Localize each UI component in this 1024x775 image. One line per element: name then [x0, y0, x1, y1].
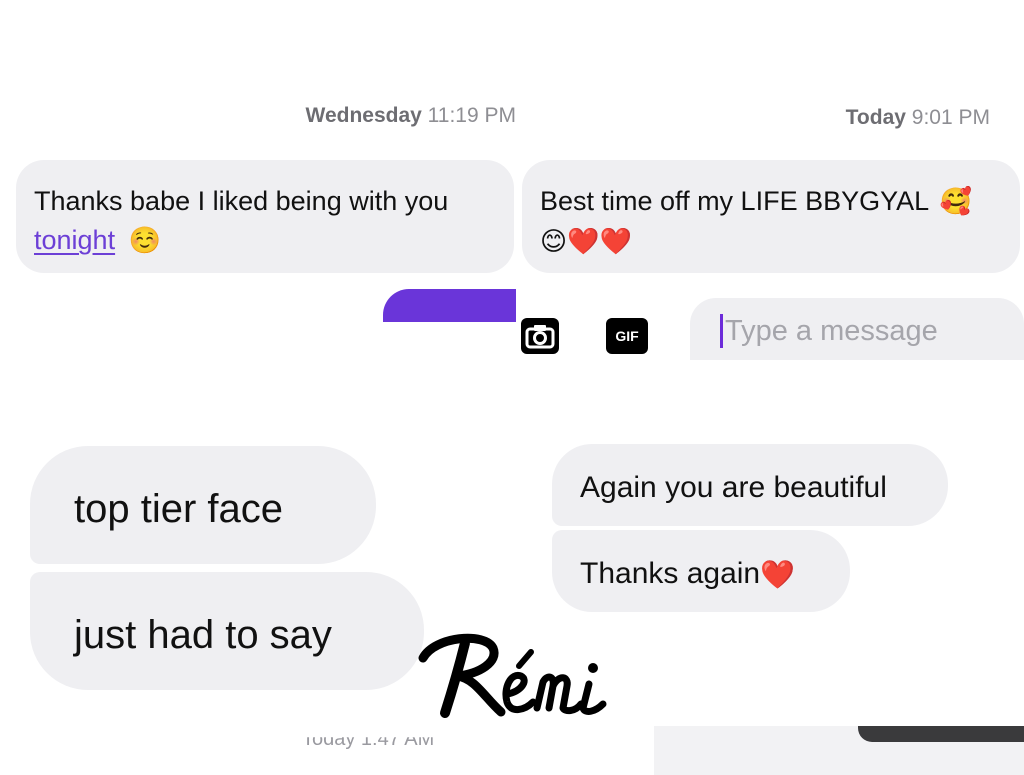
- timestamp-time: 9:01 PM: [911, 106, 990, 129]
- timestamp-time: 11:19 PM: [427, 104, 516, 127]
- relieved-face-icon: ☺️: [128, 226, 161, 257]
- message-input-placeholder: Type a message: [725, 314, 938, 347]
- message-timestamp: Today 9:01 PM: [846, 106, 990, 130]
- gif-button[interactable]: GIF: [606, 318, 648, 354]
- composer-edge-dark: [858, 726, 1024, 742]
- message-text: top tier face: [74, 487, 284, 531]
- signature-remi: [418, 633, 607, 718]
- message-text: just had to say: [74, 613, 332, 657]
- message-link[interactable]: tonight: [34, 225, 115, 255]
- smile-and-hearts-icon: 😊❤️❤️: [540, 226, 632, 257]
- message-body: Thanks again: [580, 557, 761, 590]
- screenshot-collage: Wednesday 11:19 PM Thanks babe I liked b…: [0, 0, 1024, 775]
- received-message-bubble[interactable]: Thanks again❤️: [552, 530, 850, 612]
- camera-icon: [525, 325, 555, 349]
- message-input[interactable]: Type a message: [690, 298, 1024, 360]
- message-text: Thanks again❤️: [580, 556, 850, 592]
- received-message-bubble[interactable]: top tier face: [30, 446, 376, 564]
- text-cursor: [720, 314, 723, 349]
- red-heart-icon: ❤️: [760, 558, 795, 592]
- message-text: Again you are beautiful: [580, 471, 887, 504]
- message-text: Thanks babe I liked being with you tonig…: [34, 182, 496, 261]
- sent-bubble-edge: [383, 289, 516, 322]
- camera-button[interactable]: [521, 318, 559, 354]
- received-message-bubble[interactable]: Best time off my LIFE BBYGYAL 🥰 😊❤️❤️: [522, 160, 1020, 273]
- received-message-bubble[interactable]: just had to say: [30, 572, 424, 690]
- top-right-chat-panel: Today 9:01 PM Best time off my LIFE BBYG…: [518, 60, 1024, 360]
- top-left-chat-panel: Wednesday 11:19 PM Thanks babe I liked b…: [0, 60, 516, 322]
- received-message-bubble[interactable]: Again you are beautiful: [552, 444, 948, 526]
- timestamp-day: Wednesday: [305, 104, 422, 127]
- message-text: Best time off my LIFE BBYGYAL 🥰 😊❤️❤️: [540, 182, 1002, 261]
- timestamp-day: Today: [845, 106, 906, 129]
- message-timestamp: Wednesday 11:19 PM: [306, 104, 517, 128]
- gif-label: GIF: [615, 328, 639, 344]
- message-body: Thanks babe I liked being with you: [34, 186, 449, 216]
- message-body: Best time off my LIFE BBYGYAL: [540, 186, 929, 216]
- received-message-bubble[interactable]: Thanks babe I liked being with you tonig…: [16, 160, 514, 273]
- smiling-face-with-hearts-icon: 🥰: [939, 187, 973, 218]
